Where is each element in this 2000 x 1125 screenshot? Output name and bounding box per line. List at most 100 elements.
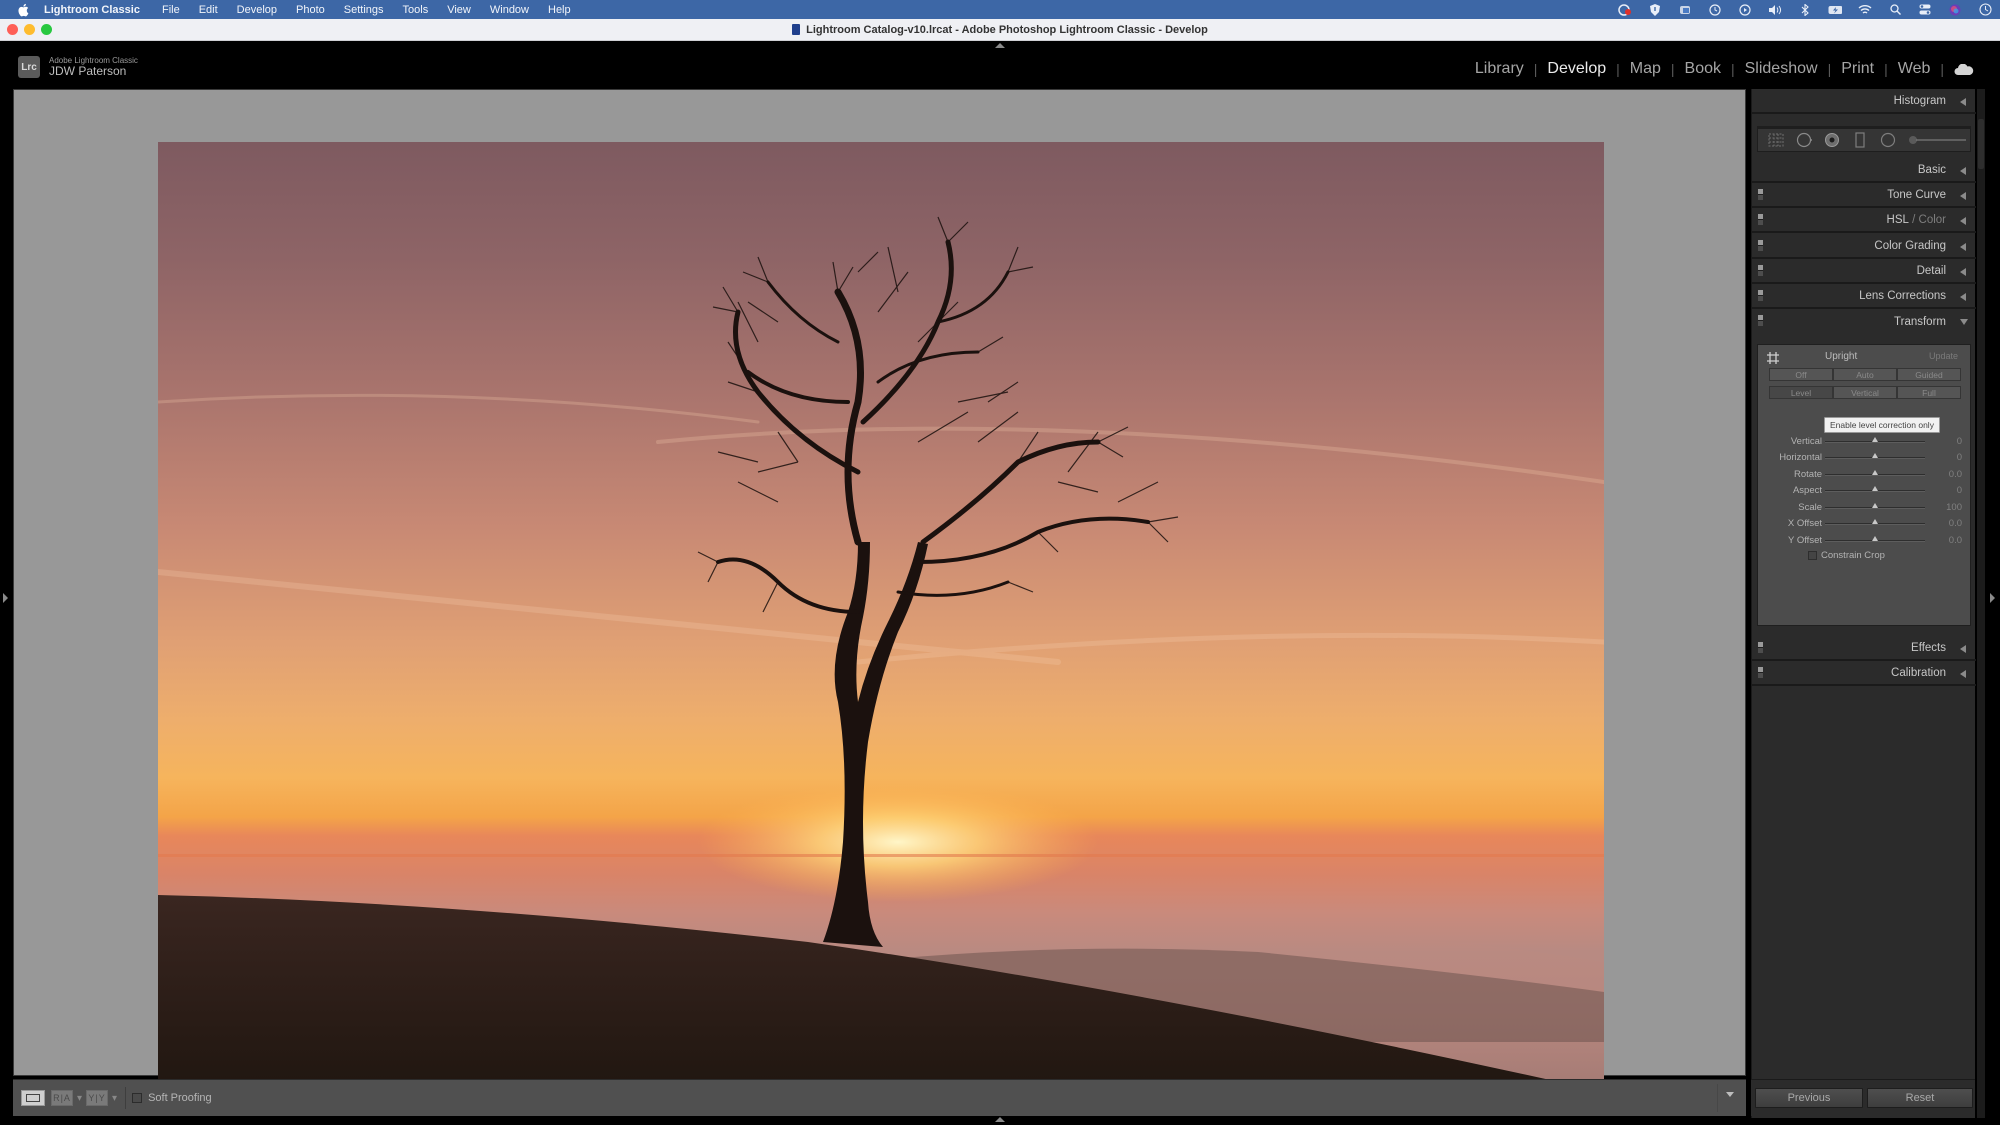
- slider-thumb[interactable]: [1872, 437, 1878, 442]
- siri-icon[interactable]: [1948, 4, 1962, 16]
- loupe-view-button[interactable]: [21, 1090, 45, 1106]
- clock-icon[interactable]: [1978, 3, 1992, 16]
- module-map[interactable]: Map: [1630, 60, 1661, 78]
- spotlight-search-icon[interactable]: [1888, 4, 1902, 16]
- menu-edit[interactable]: Edit: [199, 4, 218, 16]
- panel-hsl-color[interactable]: HSL / Color: [1752, 208, 1976, 233]
- upright-auto-button[interactable]: Auto: [1833, 368, 1897, 381]
- panel-switch-toggle[interactable]: [1758, 240, 1763, 251]
- slider-thumb[interactable]: [1872, 536, 1878, 541]
- constrain-crop-option[interactable]: Constrain Crop: [1808, 550, 1885, 561]
- zoom-window-button[interactable]: [41, 24, 52, 35]
- soft-proofing-label[interactable]: Soft Proofing: [148, 1092, 212, 1104]
- spot-removal-icon[interactable]: [1796, 132, 1812, 148]
- menu-tools[interactable]: Tools: [403, 4, 429, 16]
- upright-guided-tool-icon[interactable]: [1766, 351, 1780, 365]
- panel-detail[interactable]: Detail: [1752, 259, 1976, 284]
- slider-value[interactable]: 0.0: [1949, 535, 1962, 546]
- slider-thumb[interactable]: [1872, 503, 1878, 508]
- left-panel-toggle[interactable]: [3, 593, 8, 603]
- photo-preview[interactable]: [158, 142, 1604, 1106]
- panel-color-grading[interactable]: Color Grading: [1752, 234, 1976, 259]
- panel-lens-corrections[interactable]: Lens Corrections: [1752, 284, 1976, 309]
- module-book[interactable]: Book: [1685, 60, 1721, 78]
- panel-switch-toggle[interactable]: [1758, 667, 1763, 678]
- bluetooth-icon[interactable]: [1798, 3, 1812, 16]
- tool-slider[interactable]: [1908, 132, 1968, 148]
- close-window-button[interactable]: [7, 24, 18, 35]
- slider-thumb[interactable]: [1872, 519, 1878, 524]
- scrollbar-thumb[interactable]: [1978, 119, 1984, 169]
- upright-level-button[interactable]: Level: [1769, 386, 1833, 399]
- constrain-crop-label[interactable]: Constrain Crop: [1821, 550, 1885, 561]
- masking-icon[interactable]: [1852, 132, 1868, 148]
- reset-button[interactable]: Reset: [1867, 1088, 1973, 1108]
- slider-value[interactable]: 0.0: [1949, 469, 1962, 480]
- panel-basic[interactable]: Basic: [1752, 158, 1976, 183]
- before-after-menu-1[interactable]: ▾: [77, 1093, 82, 1104]
- panel-switch-toggle[interactable]: [1758, 189, 1763, 200]
- panel-switch-toggle[interactable]: [1758, 265, 1763, 276]
- slider-value[interactable]: 0: [1957, 485, 1962, 496]
- slider-value[interactable]: 100: [1946, 502, 1962, 513]
- menu-window[interactable]: Window: [490, 4, 529, 16]
- right-panel-toggle[interactable]: [1990, 593, 1995, 603]
- identity-plate[interactable]: Lrc Adobe Lightroom Classic JDW Paterson: [18, 56, 138, 78]
- upright-full-button[interactable]: Full: [1897, 386, 1961, 399]
- menu-settings[interactable]: Settings: [344, 4, 384, 16]
- soft-proofing-checkbox[interactable]: [132, 1093, 143, 1103]
- slider-thumb[interactable]: [1872, 453, 1878, 458]
- filmstrip-toggle[interactable]: [995, 1117, 1005, 1122]
- upright-guided-button[interactable]: Guided: [1897, 368, 1961, 381]
- upright-off-button[interactable]: Off: [1769, 368, 1833, 381]
- panel-switch-toggle[interactable]: [1758, 642, 1763, 653]
- panel-switch-toggle[interactable]: [1758, 315, 1763, 326]
- red-eye-icon[interactable]: [1824, 132, 1840, 148]
- top-panel-toggle[interactable]: [995, 43, 1005, 48]
- battery-icon[interactable]: [1828, 4, 1842, 16]
- menu-develop[interactable]: Develop: [237, 4, 277, 16]
- panel-label-color[interactable]: Color: [1919, 214, 1946, 226]
- module-web[interactable]: Web: [1898, 60, 1931, 78]
- before-after-top-bottom-button[interactable]: Y|Y: [86, 1090, 109, 1106]
- panel-switch-toggle[interactable]: [1758, 290, 1763, 301]
- panel-switch-toggle[interactable]: [1758, 214, 1763, 225]
- upright-vertical-button[interactable]: Vertical: [1833, 386, 1897, 399]
- right-panel-scrollbar[interactable]: [1977, 89, 1985, 1118]
- previous-button[interactable]: Previous: [1755, 1088, 1863, 1108]
- apple-menu-icon[interactable]: [16, 3, 30, 17]
- upright-update-button[interactable]: Update: [1929, 351, 1958, 361]
- crop-overlay-icon[interactable]: [1768, 132, 1784, 148]
- slider-thumb[interactable]: [1872, 470, 1878, 475]
- radial-icon[interactable]: [1880, 132, 1896, 148]
- wifi-icon[interactable]: [1858, 4, 1872, 16]
- menu-file[interactable]: File: [162, 4, 180, 16]
- slider-value[interactable]: 0.0: [1949, 518, 1962, 529]
- constrain-crop-checkbox[interactable]: [1808, 551, 1817, 560]
- play-icon[interactable]: [1738, 3, 1752, 16]
- slider-value[interactable]: 0: [1957, 436, 1962, 447]
- screenshot-app-icon[interactable]: [1678, 4, 1692, 16]
- slider-value[interactable]: 0: [1957, 452, 1962, 463]
- menu-help[interactable]: Help: [548, 4, 571, 16]
- creative-cloud-icon[interactable]: [1618, 3, 1632, 16]
- menu-app-name[interactable]: Lightroom Classic: [44, 4, 140, 16]
- minimize-window-button[interactable]: [24, 24, 35, 35]
- module-library[interactable]: Library: [1475, 60, 1524, 78]
- panel-effects[interactable]: Effects: [1752, 636, 1976, 661]
- panel-transform[interactable]: Transform: [1752, 309, 1976, 334]
- module-develop[interactable]: Develop: [1547, 60, 1606, 78]
- panel-histogram[interactable]: Histogram: [1752, 89, 1976, 114]
- photo-canvas[interactable]: [13, 89, 1746, 1106]
- before-after-left-right-button[interactable]: R|A: [51, 1090, 73, 1106]
- cloud-sync-icon[interactable]: [1954, 63, 1974, 75]
- module-print[interactable]: Print: [1841, 60, 1874, 78]
- control-center-icon[interactable]: [1918, 4, 1932, 16]
- panel-calibration[interactable]: Calibration: [1752, 661, 1976, 686]
- menu-view[interactable]: View: [447, 4, 471, 16]
- vpn-shield-icon[interactable]: [1648, 3, 1662, 16]
- slider-thumb[interactable]: [1872, 486, 1878, 491]
- volume-icon[interactable]: [1768, 4, 1782, 16]
- toolbar-content-menu-icon[interactable]: [1726, 1092, 1734, 1097]
- menu-photo[interactable]: Photo: [296, 4, 325, 16]
